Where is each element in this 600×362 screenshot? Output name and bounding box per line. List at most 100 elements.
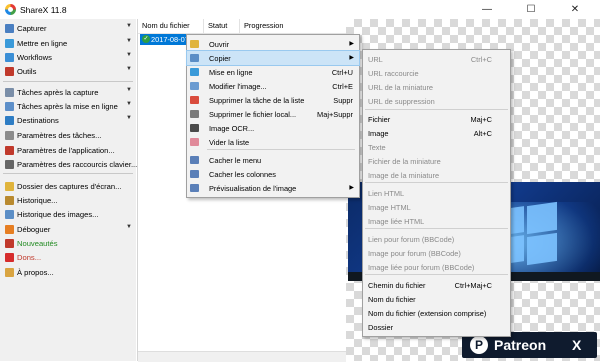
copy-submenu-item-image-pour-forum-bbcode: Image pour forum (BBCode) (363, 246, 510, 260)
copy-submenu-item-texte: Texte (363, 140, 510, 154)
menu-item-cacher-le-menu[interactable]: Cacher le menu (187, 153, 359, 167)
sidebar-item-label: Capturer (17, 24, 47, 33)
delete-file-icon (190, 110, 199, 118)
image-history-icon (5, 210, 14, 219)
menu-item-label: Nom du fichier (extension comprise) (368, 309, 487, 318)
menu-item-label: Modifier l'image... (209, 82, 267, 91)
sidebar-item-taches-apres-la-mise-en-ligne[interactable]: Tâches après la mise en ligne ▼ (0, 100, 136, 114)
table-row[interactable]: ✓ 2017-08-07 (140, 34, 192, 45)
row-filename: 2017-08-07 (151, 35, 189, 44)
sidebar-item-dossier-des-captures-d-ecran[interactable]: Dossier des captures d'écran... (0, 180, 136, 194)
menu-item-mise-en-ligne[interactable]: Mise en ligne Ctrl+U (187, 65, 359, 79)
chevron-right-icon: ▶ (349, 55, 354, 61)
close-button[interactable]: ✕ (553, 0, 597, 19)
sidebar-item-dons[interactable]: Dons... (0, 251, 136, 265)
menu-item-previsualisation-de-l-image[interactable]: Prévisualisation de l'image ▶ (187, 181, 359, 195)
menu-item-supprimer-la-tache-de-la-liste[interactable]: Supprimer la tâche de la liste Suppr (187, 93, 359, 107)
menu-item-label: Cacher les colonnes (209, 170, 276, 179)
sidebar-separator (3, 173, 133, 174)
copy-submenu-item-url-de-la-miniature: URL de la miniature (363, 80, 510, 94)
menu-item-label: Supprimer le fichier local... (209, 110, 297, 119)
menu-item-label: Image (368, 129, 389, 138)
menu-item-modifier-l-image[interactable]: Modifier l'image... Ctrl+E (187, 79, 359, 93)
sidebar-item-parametres-des-raccourcis-clavier[interactable]: Paramètres des raccourcis clavier... (0, 158, 137, 172)
column-header-progress[interactable]: Progression (240, 19, 346, 33)
context-menu: Ouvrir ▶ Copier ▶ Mise en ligne Ctrl+U Modifie… (186, 34, 360, 198)
windows-logo-pane-2 (527, 201, 557, 235)
copy-submenu: URL Ctrl+C URL raccourcie URL de la miniatu… (362, 49, 511, 337)
copy-submenu-item-nom-du-fichier[interactable]: Nom du fichier (363, 292, 510, 306)
debug-icon (5, 225, 14, 234)
menu-item-shortcut: Ctrl+U (331, 68, 353, 77)
sidebar-item-historique[interactable]: Historique... (0, 194, 136, 208)
sidebar-item-parametres-de-l-application[interactable]: Paramètres de l'application... (0, 144, 136, 158)
sidebar-item-label: Destinations (17, 116, 59, 125)
menu-item-label: Fichier (368, 115, 391, 124)
chevron-down-icon: ▼ (126, 66, 132, 72)
sidebar-item-workflows[interactable]: Workflows ▼ (0, 51, 136, 65)
maximize-button[interactable]: ☐ (509, 0, 553, 19)
menu-item-label: Dossier (368, 323, 394, 332)
camera-icon (5, 24, 14, 33)
menu-item-label: Fichier de la miniature (368, 157, 441, 166)
copy-icon (190, 54, 199, 62)
sidebar-item-label: Outils (17, 67, 37, 76)
sharex-logo-icon (5, 4, 16, 15)
sidebar-item-label: À propos... (17, 268, 54, 277)
menu-item-label: URL raccourcie (368, 69, 419, 78)
sidebar-item-taches-apres-la-capture[interactable]: Tâches après la capture ▼ (0, 86, 136, 100)
eraser-icon (190, 138, 199, 146)
sidebar-item-label: Nouveautés (17, 239, 58, 248)
sidebar-item-label: Historique des images... (17, 210, 99, 219)
menu-item-image-ocr[interactable]: Image OCR... (187, 121, 359, 135)
menu-item-label: Image liée pour forum (BBCode) (368, 263, 475, 272)
menu-item-ouvrir[interactable]: Ouvrir ▶ (187, 37, 359, 51)
sidebar-item-deboguer[interactable]: Déboguer ▼ (0, 223, 136, 237)
sidebar-item-label: Paramètres de l'application... (17, 146, 115, 155)
edit-image-icon (190, 82, 199, 90)
menu-item-label: Copier (209, 54, 231, 63)
task-upload-icon (5, 102, 14, 111)
column-header-filename[interactable]: Nom du fichier (138, 19, 204, 33)
sidebar-item-destinations[interactable]: Destinations ▼ (0, 114, 136, 128)
sidebar-item-label: Tâches après la capture (17, 88, 99, 97)
sidebar-item-a-propos[interactable]: À propos... (0, 266, 136, 280)
menu-item-label: Ouvrir (209, 40, 230, 49)
menu-item-supprimer-le-fichier-local[interactable]: Supprimer le fichier local... Maj+Suppr (187, 107, 359, 121)
sidebar-item-label: Paramètres des tâches... (17, 131, 102, 140)
menu-item-shortcut: Alt+C (473, 129, 492, 138)
sidebar-item-outils[interactable]: Outils ▼ (0, 65, 136, 79)
copy-submenu-item-image-liee-html: Image liée HTML (363, 214, 510, 228)
chevron-down-icon: ▼ (126, 115, 132, 121)
toolbox-icon (5, 67, 14, 76)
copy-submenu-item-image[interactable]: Image Alt+C (363, 126, 510, 140)
menu-item-shortcut: Ctrl+Maj+C (454, 281, 492, 290)
sidebar-item-capturer[interactable]: Capturer ▼ (0, 22, 136, 36)
menu-item-label: Nom du fichier (368, 295, 416, 304)
horizontal-scrollbar[interactable] (138, 351, 346, 362)
menu-separator (365, 109, 508, 110)
copy-submenu-item-nom-du-fichier-extension-comprise[interactable]: Nom du fichier (extension comprise) (363, 306, 510, 320)
sidebar-item-parametres-des-taches[interactable]: Paramètres des tâches... (0, 129, 136, 143)
sidebar-item-mettre-en-ligne[interactable]: Mettre en ligne ▼ (0, 37, 136, 51)
history-icon (5, 196, 14, 205)
sidebar-item-label: Mettre en ligne (17, 39, 68, 48)
menu-item-cacher-les-colonnes[interactable]: Cacher les colonnes (187, 167, 359, 181)
minimize-button[interactable]: — (465, 0, 509, 19)
main-sidebar: Capturer ▼ Mettre en ligne ▼ Workflows ▼ Outil… (0, 19, 137, 361)
column-header-status[interactable]: Statut (204, 19, 240, 33)
menu-item-shortcut: Maj+C (470, 115, 492, 124)
settings-gear-icon (5, 131, 14, 140)
menu-item-copier[interactable]: Copier ▶ (186, 50, 360, 66)
sidebar-item-label: Dons... (17, 253, 42, 262)
sidebar-item-historique-des-images[interactable]: Historique des images... (0, 208, 136, 222)
copy-submenu-item-dossier[interactable]: Dossier (363, 320, 510, 334)
sidebar-item-nouveautes[interactable]: Nouveautés (0, 237, 136, 251)
menu-item-vider-la-liste[interactable]: Vider la liste (187, 135, 359, 149)
menu-item-label: Mise en ligne (209, 68, 253, 77)
copy-submenu-item-chemin-du-fichier[interactable]: Chemin du fichier Ctrl+Maj+C (363, 278, 510, 292)
copy-submenu-item-fichier[interactable]: Fichier Maj+C (363, 112, 510, 126)
copy-submenu-item-lien-html: Lien HTML (363, 186, 510, 200)
menu-item-shortcut: Maj+Suppr (317, 110, 353, 119)
remove-icon (190, 96, 199, 104)
